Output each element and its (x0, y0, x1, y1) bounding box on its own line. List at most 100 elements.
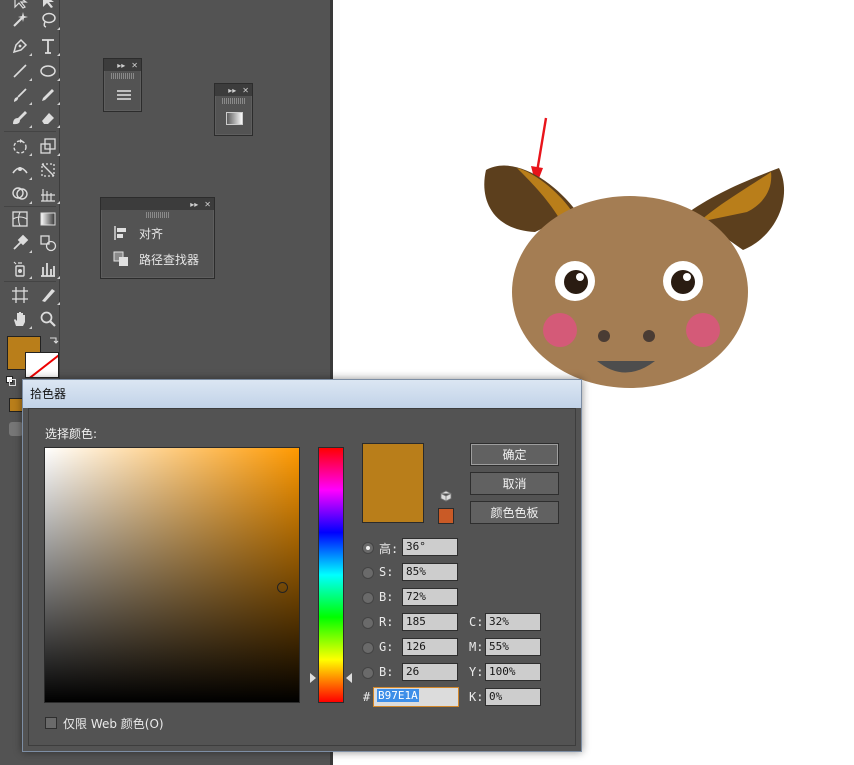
collapsed-panel-menu[interactable]: ▸▸ ✕ (103, 58, 142, 112)
radio-brightness[interactable] (362, 592, 374, 604)
red-input[interactable]: 185 (402, 613, 458, 631)
right-eye-glint (683, 273, 691, 281)
menu-icon[interactable] (116, 89, 132, 101)
dialog-title[interactable]: 拾色器 (23, 380, 581, 408)
zoom-tool[interactable] (36, 308, 60, 330)
left-cheek[interactable] (543, 313, 577, 347)
perspective-grid-icon (41, 189, 55, 202)
width-icon (12, 167, 28, 174)
right-cheek[interactable] (686, 313, 720, 347)
brightness-input[interactable]: 72% (402, 588, 458, 606)
color-mode-button[interactable] (9, 398, 23, 412)
panel-header[interactable]: ▸▸ ✕ (101, 198, 214, 210)
blob-brush-tool[interactable] (8, 107, 32, 129)
hex-value-selected: B97E1A (377, 689, 419, 702)
paintbrush-tool[interactable] (8, 84, 32, 106)
free-transform-tool[interactable] (36, 159, 60, 181)
perspective-grid-tool[interactable] (36, 183, 60, 205)
eraser-icon (42, 113, 54, 124)
select-color-label: 选择颜色: (45, 427, 98, 441)
rotate-tool[interactable] (8, 135, 32, 157)
radio-hue[interactable] (362, 542, 374, 554)
radio-saturation[interactable] (362, 567, 374, 579)
shape-builder-tool[interactable] (8, 183, 32, 205)
radio-blue[interactable] (362, 667, 374, 679)
ok-button[interactable]: 确定 (470, 443, 559, 466)
column-graph-tool[interactable] (36, 258, 60, 280)
panel-item-label: 路径查找器 (139, 252, 200, 267)
width-tool[interactable] (8, 159, 32, 181)
ellipse-tool[interactable] (36, 60, 60, 82)
panel-grip[interactable] (221, 98, 246, 104)
type-tool[interactable] (36, 35, 60, 57)
mesh-tool[interactable] (8, 208, 32, 230)
gradient-panel-icon[interactable] (226, 112, 243, 125)
web-colors-only-checkbox[interactable] (45, 717, 57, 729)
web-colors-only-label[interactable]: 仅限 Web 颜色(O) (63, 715, 164, 732)
close-icon[interactable]: ✕ (204, 200, 211, 209)
symbol-sprayer-icon (13, 261, 25, 277)
symbol-sprayer-tool[interactable] (8, 258, 32, 280)
yellow-label: Y: (469, 665, 484, 679)
web-safe-cube-icon[interactable] (440, 490, 452, 502)
floating-panel-align-pathfinder: ▸▸ ✕ 对齐 路径查找器 (100, 197, 215, 279)
red-label: R: (379, 615, 394, 629)
hue-input[interactable]: 36° (402, 538, 458, 556)
scale-tool[interactable] (36, 135, 60, 157)
gradient-tool[interactable] (36, 208, 60, 230)
hand-tool[interactable] (8, 308, 32, 330)
collapsed-panel-gradient[interactable]: ▸▸ ✕ (214, 83, 253, 136)
expand-icon[interactable]: ▸▸ (190, 200, 198, 209)
line-segment-tool[interactable] (8, 60, 32, 82)
radio-green[interactable] (362, 642, 374, 654)
magic-wand-tool[interactable] (8, 9, 32, 31)
panel-item-align[interactable]: 对齐 (101, 220, 214, 246)
saturation-brightness-field[interactable] (44, 447, 300, 703)
panel-header[interactable]: ▸▸ ✕ (104, 59, 141, 71)
blue-label: B: (379, 665, 394, 679)
pen-tool[interactable] (8, 35, 32, 57)
magenta-input[interactable]: 55% (485, 638, 541, 656)
shape-builder-icon (12, 187, 28, 200)
green-input[interactable]: 126 (402, 638, 458, 656)
expand-icon[interactable]: ▸▸ (228, 86, 236, 95)
saturation-input[interactable]: 85% (402, 563, 458, 581)
panel-grip[interactable] (110, 73, 135, 79)
cow-face[interactable] (512, 196, 748, 388)
close-icon[interactable]: ✕ (131, 61, 138, 70)
color-field-marker[interactable] (277, 582, 288, 593)
radio-red[interactable] (362, 617, 374, 629)
hue-slider-handle-left[interactable] (310, 673, 316, 683)
align-icon (114, 226, 126, 240)
toolbar-separator (4, 206, 56, 207)
artboard-tool[interactable] (8, 284, 32, 306)
eraser-tool[interactable] (36, 107, 60, 129)
hue-slider[interactable] (318, 447, 344, 703)
lasso-tool[interactable] (36, 9, 60, 31)
gamut-warning-swatch[interactable] (438, 508, 454, 524)
panel-header[interactable]: ▸▸ ✕ (215, 84, 252, 96)
yellow-input[interactable]: 100% (485, 663, 541, 681)
swap-fill-stroke-icon[interactable] (49, 335, 59, 345)
pen-icon (12, 38, 28, 54)
eyedropper-tool[interactable] (8, 232, 32, 254)
default-fill-stroke-icon[interactable] (6, 376, 16, 386)
type-icon (42, 39, 54, 54)
cyan-label: C: (469, 615, 484, 629)
color-swatches-button[interactable]: 颜色色板 (470, 501, 559, 524)
cyan-input[interactable]: 32% (485, 613, 541, 631)
hue-slider-handle-right[interactable] (346, 673, 352, 683)
close-icon[interactable]: ✕ (242, 86, 249, 95)
cancel-button[interactable]: 取消 (470, 472, 559, 495)
drawing-mode-button[interactable] (9, 422, 23, 436)
pencil-tool[interactable] (36, 84, 60, 106)
stroke-color-swatch[interactable] (25, 352, 59, 378)
black-input[interactable]: 0% (485, 688, 541, 706)
hex-input[interactable]: B97E1A (373, 687, 459, 707)
panel-item-pathfinder[interactable]: 路径查找器 (101, 246, 214, 272)
slice-tool[interactable] (36, 284, 60, 306)
panel-grip[interactable] (145, 212, 170, 218)
blue-input[interactable]: 26 (402, 663, 458, 681)
blend-tool[interactable] (36, 232, 60, 254)
expand-icon[interactable]: ▸▸ (117, 61, 125, 70)
